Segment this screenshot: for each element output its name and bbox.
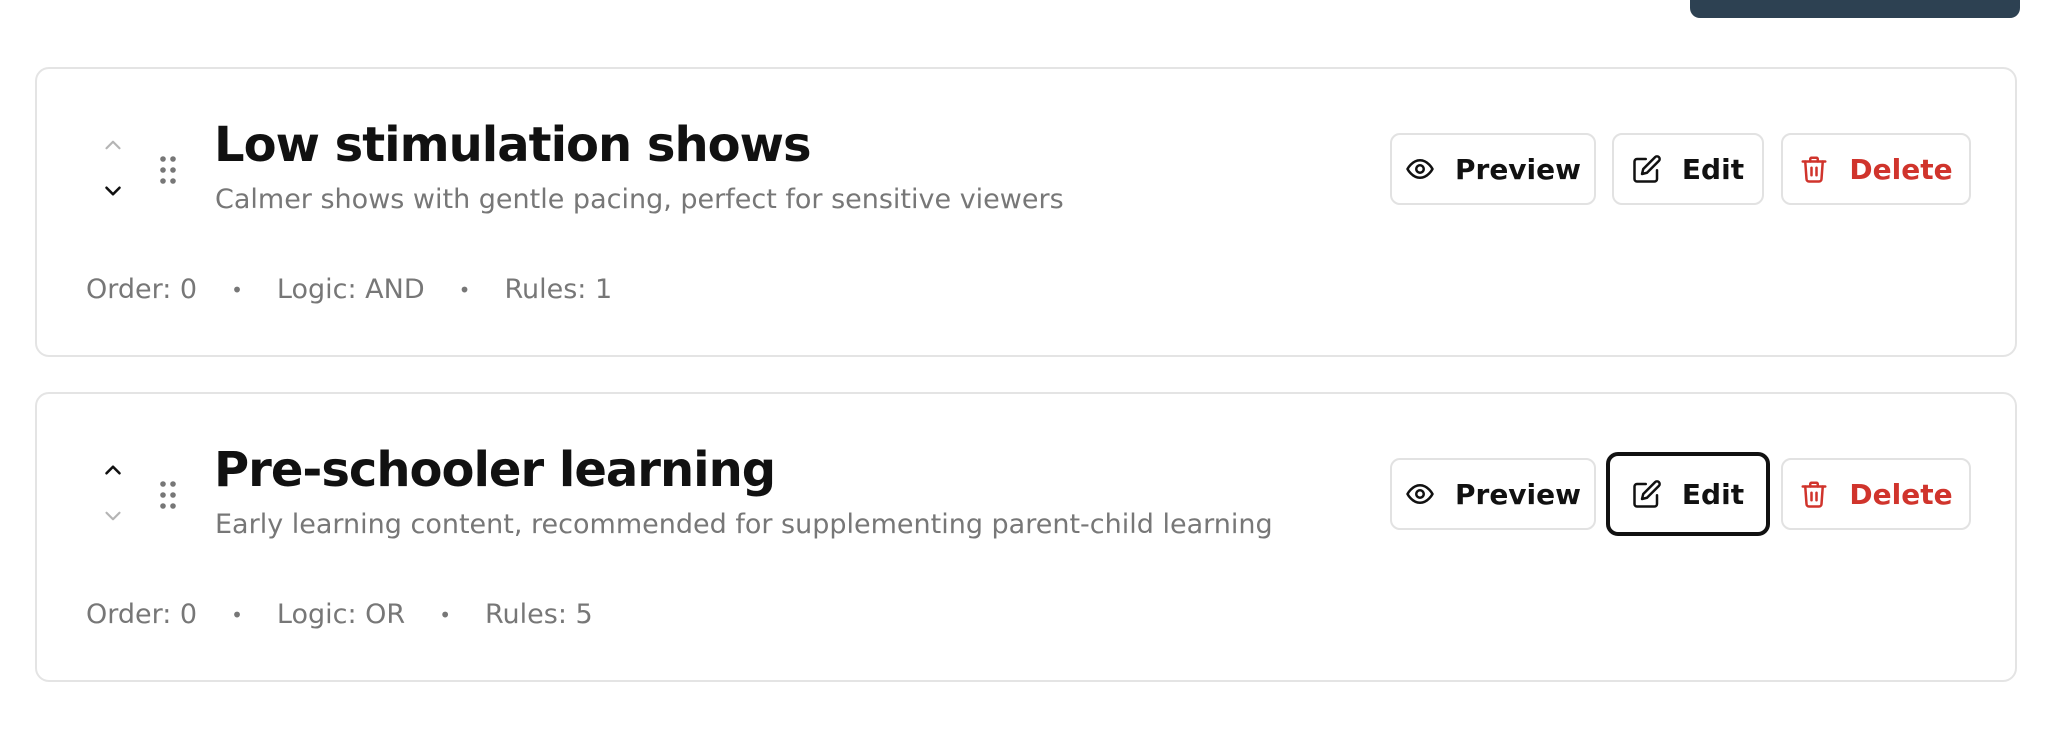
logic-value: Logic: OR (276, 599, 406, 630)
edit-button-label: Edit (1681, 152, 1745, 186)
eye-icon (1406, 159, 1434, 179)
preview-button-label: Preview (1454, 152, 1582, 186)
delete-button[interactable]: Delete (1781, 133, 1971, 205)
meta-separator: • (439, 602, 451, 627)
chevron-down-icon (105, 511, 121, 521)
order-value: Order: 0 (86, 599, 198, 630)
delete-button-label: Delete (1849, 477, 1953, 511)
logic-value: Logic: AND (276, 274, 425, 305)
reorder-controls (93, 125, 133, 217)
eye-icon (1406, 484, 1434, 504)
move-down-button[interactable] (93, 171, 133, 211)
meta-separator: • (231, 277, 243, 302)
edit-button[interactable]: Edit (1612, 133, 1764, 205)
move-up-button[interactable] (93, 450, 133, 490)
card-description: Early learning content, recommended for … (215, 509, 1273, 540)
meta-separator: • (458, 277, 471, 302)
collection-card: Pre-schooler learning Early learning con… (35, 392, 2017, 682)
rules-count: Rules: 5 (484, 599, 593, 630)
chevron-down-icon (105, 186, 121, 196)
card-description: Calmer shows with gentle pacing, perfect… (215, 184, 1064, 215)
card-meta: Order: 0 • Logic: OR • Rules: 5 (86, 599, 593, 630)
chevron-up-icon (105, 140, 121, 150)
chevron-up-icon (105, 465, 121, 475)
collection-card: Low stimulation shows Calmer shows with … (35, 67, 2017, 357)
move-up-button[interactable] (93, 125, 133, 165)
trash-icon (1801, 481, 1827, 508)
edit-icon (1633, 155, 1661, 183)
delete-button-label: Delete (1849, 152, 1953, 186)
card-title: Pre-schooler learning (214, 442, 776, 498)
grip-vertical-icon[interactable] (159, 480, 177, 510)
edit-button[interactable]: Edit (1606, 452, 1770, 536)
preview-button[interactable]: Preview (1390, 458, 1596, 530)
page: Low stimulation shows Calmer shows with … (0, 0, 2058, 744)
grip-vertical-icon[interactable] (159, 155, 177, 185)
rules-count: Rules: 1 (504, 274, 613, 305)
preview-button-label: Preview (1454, 477, 1582, 511)
card-title: Low stimulation shows (214, 117, 812, 173)
delete-button[interactable]: Delete (1781, 458, 1971, 530)
card-meta: Order: 0 • Logic: AND • Rules: 1 (86, 274, 612, 305)
preview-button[interactable]: Preview (1390, 133, 1596, 205)
move-down-button[interactable] (93, 496, 133, 536)
trash-icon (1801, 156, 1827, 183)
reorder-controls (93, 450, 133, 542)
edit-button-label: Edit (1681, 477, 1745, 511)
edit-icon (1633, 480, 1661, 508)
meta-separator: • (231, 602, 243, 627)
primary-action-button-cropped[interactable] (1690, 0, 2020, 18)
order-value: Order: 0 (86, 274, 198, 305)
